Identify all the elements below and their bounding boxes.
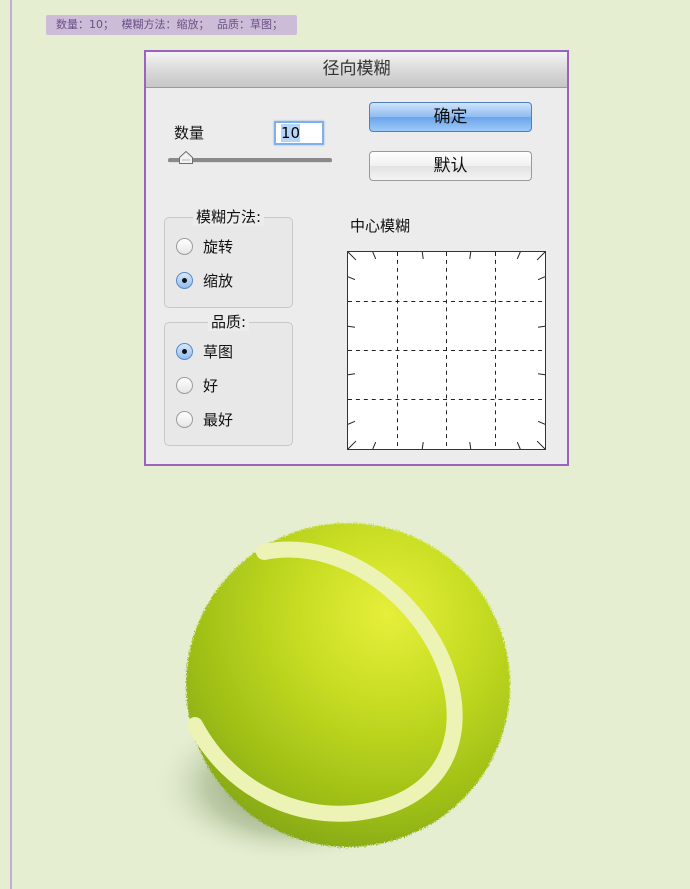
- radio-label-zoom: 缩放: [203, 271, 234, 290]
- radio-best[interactable]: 最好: [176, 409, 233, 429]
- amount-value: 10: [281, 124, 301, 142]
- radio-button-best[interactable]: [176, 410, 193, 428]
- blur-method-title: 模糊方法:: [192, 208, 265, 226]
- blur-method-group: 模糊方法: 旋转 缩放: [164, 208, 293, 308]
- dialog-title: 径向模糊: [146, 52, 567, 88]
- radio-draft[interactable]: 草图: [176, 341, 233, 361]
- amount-label: 数量: [174, 124, 205, 142]
- radio-button-spin[interactable]: [176, 237, 193, 255]
- quality-group: 品质: 草图 好 最好: [164, 313, 293, 446]
- blur-center-label: 中心模糊: [350, 217, 411, 235]
- radio-button-draft[interactable]: [176, 342, 193, 360]
- radio-good[interactable]: 好: [176, 375, 218, 395]
- radio-label-spin: 旋转: [203, 237, 234, 256]
- radio-label-good: 好: [203, 376, 219, 395]
- caption-quality: 品质：草图；: [217, 18, 283, 31]
- radio-zoom[interactable]: 缩放: [176, 270, 233, 290]
- blur-center-preview[interactable]: [347, 251, 546, 450]
- amount-slider-thumb[interactable]: [179, 151, 193, 164]
- tennis-ball-image: [150, 523, 510, 865]
- caption-method: 模糊方法：缩放；: [121, 18, 210, 31]
- default-button[interactable]: 默认: [369, 151, 532, 181]
- amount-input[interactable]: 10: [274, 121, 324, 145]
- radio-button-good[interactable]: [176, 376, 193, 394]
- radio-spin[interactable]: 旋转: [176, 236, 233, 256]
- quality-title: 品质:: [207, 313, 250, 331]
- radio-label-best: 最好: [203, 410, 234, 429]
- caption-note: 数量：10； 模糊方法：缩放； 品质：草图；: [46, 15, 297, 35]
- caption-amount: 数量：10；: [56, 18, 114, 31]
- radial-blur-dialog: 径向模糊 数量 10 确定 默认 模糊方法: 旋转 缩放 品质: 草图 好 最好: [144, 50, 569, 466]
- radio-label-draft: 草图: [203, 342, 234, 361]
- radio-button-zoom[interactable]: [176, 271, 193, 289]
- ok-button[interactable]: 确定: [369, 102, 532, 132]
- left-rule: [10, 0, 12, 889]
